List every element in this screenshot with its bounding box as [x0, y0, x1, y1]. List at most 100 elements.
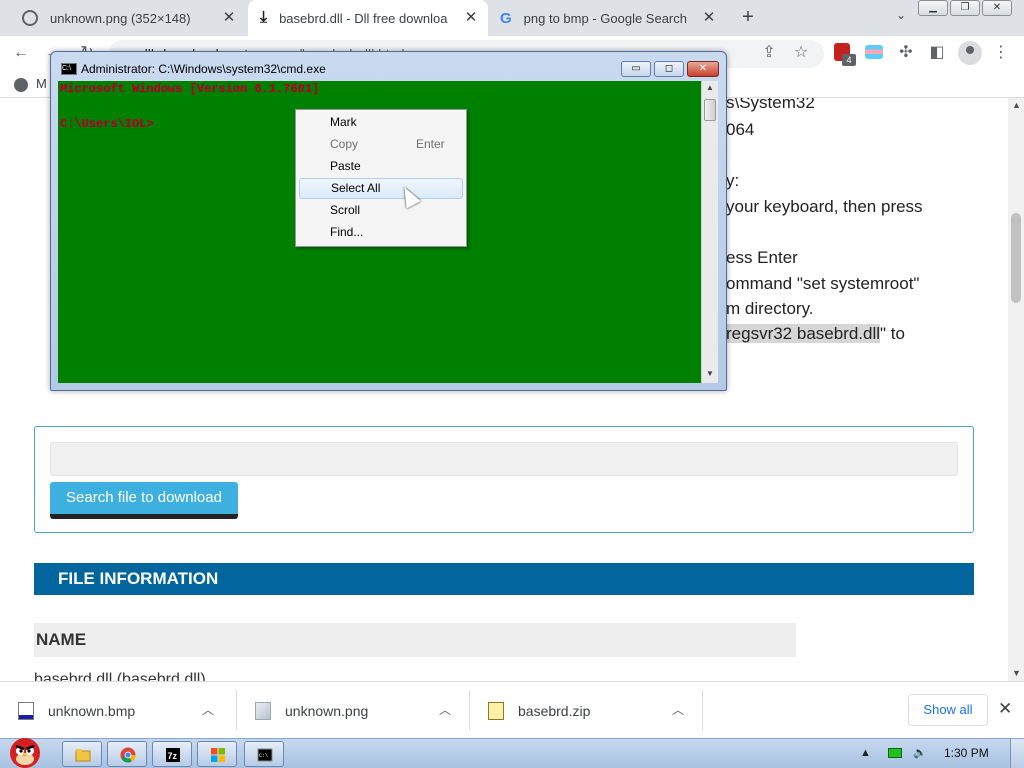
download-filename: unknown.png	[285, 702, 369, 719]
menu-item-paste[interactable]: Paste	[299, 156, 463, 177]
new-tab-button[interactable]: +	[736, 6, 760, 30]
svg-text:7z: 7z	[168, 751, 178, 761]
extensions-puzzle-icon[interactable]: ✣	[895, 42, 917, 64]
download-filename: unknown.bmp	[48, 702, 136, 719]
tab-title: basebrd.dll - Dll free downloa	[279, 10, 448, 26]
back-arrow-icon[interactable]: ←	[10, 42, 32, 64]
globe-icon	[22, 10, 38, 26]
tab-google-search[interactable]: G png to bmp - Google Search ✕	[490, 0, 726, 36]
tab-search-chevron-icon[interactable]: ⌄	[896, 8, 906, 22]
restore-button[interactable]: ❐	[950, 0, 980, 16]
download-icon: ⤓	[260, 9, 268, 26]
chevron-up-icon[interactable]: ︿	[202, 701, 214, 718]
tab-basebrd[interactable]: ⤓ basebrd.dll - Dll free downloa ✕	[248, 0, 488, 36]
show-desktop-button[interactable]	[1010, 739, 1024, 768]
menu-item-find[interactable]: Find...	[299, 222, 463, 243]
regsvr-command-highlight: regsvr32 basebrd.dll	[726, 324, 881, 343]
cmd-window-title: Administrator: C:\Windows\system32\cmd.e…	[81, 62, 326, 76]
chrome-icon	[120, 747, 136, 763]
7zip-icon: 7z	[166, 748, 180, 762]
google-icon: G	[500, 9, 512, 27]
taskbar-7zip-button[interactable]: 7z	[152, 741, 192, 767]
page-scrollbar[interactable]: ▲ ▼	[1008, 98, 1024, 681]
windows-taskbar: 7z C:\ ▲ 🔈 1:30 PM	[0, 738, 1024, 768]
search-file-button[interactable]: Search file to download	[50, 482, 238, 519]
menu-item-mark[interactable]: Mark	[299, 112, 463, 133]
tab-title: unknown.png (352×148)	[50, 10, 191, 26]
scroll-down-icon[interactable]: ▼	[706, 369, 714, 378]
clock[interactable]: 1:30 PM	[944, 746, 989, 760]
show-all-button[interactable]: Show all	[908, 694, 988, 726]
console-scroll-thumb[interactable]	[704, 99, 716, 121]
tray-expand-icon[interactable]: ▲	[860, 747, 871, 759]
menu-shortcut: Enter	[416, 137, 445, 151]
taskbar-chrome-button[interactable]	[107, 741, 147, 767]
volume-icon[interactable]: 🔈	[913, 747, 927, 759]
menu-item-copy[interactable]: Copy Enter	[299, 134, 463, 155]
close-window-button[interactable]: ✕	[982, 0, 1012, 16]
step-line: s\System32	[726, 98, 815, 112]
menu-item-scroll[interactable]: Scroll	[299, 200, 463, 221]
svg-text:C:\: C:\	[259, 753, 268, 759]
step-line: ess Enter	[726, 248, 798, 267]
cmd-close-button[interactable]: ✕	[687, 61, 719, 77]
chevron-up-icon[interactable]: ︿	[672, 701, 684, 718]
cmd-maximize-button[interactable]: ◻	[654, 61, 684, 77]
zip-file-icon	[488, 701, 504, 720]
side-panel-icon[interactable]: ◧	[926, 42, 948, 64]
name-label: NAME	[34, 623, 796, 657]
tab-unknown-png[interactable]: unknown.png (352×148) ✕	[10, 0, 246, 36]
cmd-minimize-button[interactable]: ▭	[621, 61, 651, 77]
close-tab-icon[interactable]: ✕	[462, 9, 480, 27]
menu-item-select-all[interactable]: Select All	[299, 178, 463, 199]
minimize-button[interactable]: ▁	[918, 0, 948, 16]
start-orb-icon[interactable]	[2, 731, 48, 768]
profile-avatar[interactable]	[958, 41, 982, 65]
scrollbar-thumb[interactable]	[1011, 213, 1021, 303]
window-controls: ▁ ❐ ✕	[916, 0, 1012, 16]
search-input[interactable]	[50, 442, 958, 476]
chevron-up-icon[interactable]: ︿	[439, 701, 451, 718]
download-item-png[interactable]: unknown.png ︿	[237, 682, 469, 739]
scroll-up-icon[interactable]: ▲	[706, 83, 714, 92]
step-line: m directory.	[726, 299, 814, 318]
file-information-header: FILE INFORMATION	[34, 563, 974, 595]
step-line: your keyboard, then press	[726, 197, 923, 216]
taskbar-cmd-button[interactable]: C:\	[244, 741, 284, 767]
menu-kebab-icon[interactable]: ⋮	[990, 42, 1012, 64]
close-tab-icon[interactable]: ✕	[700, 9, 718, 27]
console-prompt: C:\Users\IOL>	[60, 117, 154, 131]
download-item-zip[interactable]: basebrd.zip ︿	[470, 682, 702, 739]
bookmark-star-icon[interactable]: ☆	[790, 42, 812, 64]
step-line: y:	[726, 171, 740, 190]
battery-icon[interactable]	[887, 748, 902, 759]
tab-title: png to bmp - Google Search	[523, 10, 687, 26]
name-value: basebrd.dll (basebrd.dll)	[34, 671, 206, 681]
step-line: 064	[726, 120, 755, 139]
step-line: ommand "set systemroot"	[726, 274, 920, 293]
search-panel: Search file to download	[34, 426, 974, 533]
tab-strip: unknown.png (352×148) ✕ ⤓ basebrd.dll - …	[0, 0, 1024, 36]
download-filename: basebrd.zip	[518, 702, 591, 719]
bmp-file-icon	[18, 701, 34, 720]
bookmark-item[interactable]: M	[14, 76, 47, 92]
png-file-icon	[255, 701, 271, 720]
system-tray: ▲ 🔈	[860, 746, 927, 759]
scroll-up-icon[interactable]: ▲	[1012, 100, 1021, 110]
share-icon[interactable]: ⇪	[758, 42, 780, 64]
divider	[702, 690, 703, 730]
taskbar-windows-button[interactable]	[197, 741, 237, 767]
extension-flag-icon[interactable]	[865, 45, 883, 59]
console-line: Microsoft Windows [Version 6.1.7601]	[60, 82, 320, 96]
step-line-regsvr: regsvr32 basebrd.dll" to	[726, 324, 905, 343]
console-scrollbar[interactable]: ▲ ▼	[701, 81, 718, 383]
taskbar-explorer-button[interactable]	[62, 741, 102, 767]
cmd-window-icon[interactable]: C:\	[61, 63, 77, 75]
cmd-titlebar[interactable]: C:\ Administrator: C:\Windows\system32\c…	[51, 52, 726, 78]
close-shelf-icon[interactable]: ✕	[998, 699, 1012, 719]
scroll-down-icon[interactable]: ▼	[1012, 668, 1021, 678]
extension-badge: 4	[842, 54, 856, 66]
context-menu: Mark Copy Enter Paste Select All Scroll …	[295, 109, 467, 247]
download-shelf: unknown.bmp ︿ unknown.png ︿ basebrd.zip …	[0, 681, 1024, 738]
close-tab-icon[interactable]: ✕	[220, 9, 238, 27]
